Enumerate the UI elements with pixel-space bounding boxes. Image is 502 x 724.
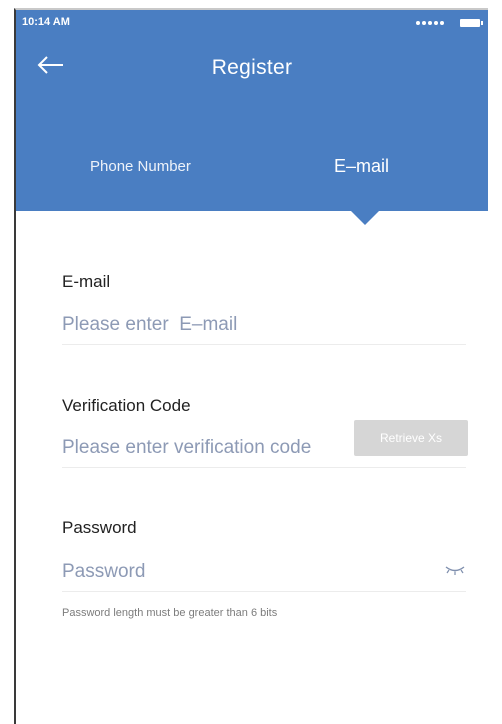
- tab-phone-number[interactable]: Phone Number: [90, 158, 191, 175]
- password-field[interactable]: [62, 559, 432, 585]
- status-time: 10:14 AM: [22, 16, 70, 28]
- password-label: Password: [62, 518, 137, 537]
- tab-email[interactable]: E–mail: [334, 156, 389, 177]
- verification-code-field[interactable]: [62, 435, 352, 461]
- email-label: E-mail: [62, 272, 111, 291]
- email-divider: [62, 344, 466, 345]
- status-bar: 10:14 AM: [16, 10, 488, 34]
- page-title: Register: [211, 56, 293, 79]
- app-frame: 10:14 AM Register Phone Number E–mail E-…: [14, 8, 488, 724]
- password-hint: Password length must be greater than 6 b…: [62, 607, 278, 619]
- password-divider: [62, 591, 466, 592]
- header: 10:14 AM Register Phone Number E–mail: [16, 10, 488, 211]
- battery-icon: [460, 19, 483, 27]
- email-field[interactable]: [62, 312, 466, 338]
- tab-indicator: [351, 211, 379, 225]
- signal-icon: [416, 21, 444, 25]
- eye-closed-icon: [445, 566, 465, 575]
- retrieve-code-button[interactable]: Retrieve Xs: [354, 420, 468, 456]
- verification-label: Verification Code: [62, 396, 191, 415]
- verification-divider: [62, 467, 466, 468]
- password-visibility-toggle[interactable]: [444, 563, 466, 575]
